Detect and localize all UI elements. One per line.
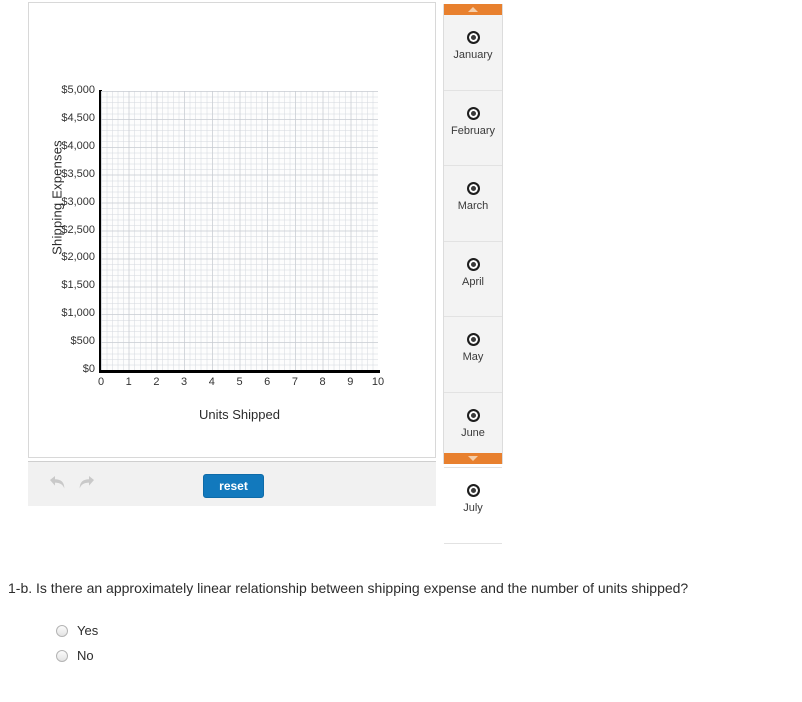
data-point-marker-icon [466,31,480,44]
month-item-label: February [450,124,496,137]
month-item-may[interactable]: May [444,333,502,393]
x-axis-title: Units Shipped [199,407,280,422]
x-axis-line [99,370,380,373]
month-item-label: July [463,502,483,514]
question-block: 1-b. Is there an approximately linear re… [8,578,798,674]
month-item-july[interactable]: July [444,484,502,544]
radio-button[interactable] [56,625,68,637]
data-point-marker-icon [466,408,480,422]
chart-toolbar: reset [28,461,436,506]
chart-plot-region[interactable]: Shipping Expenses $5,000 $4,500 $4,000 $3,5… [29,3,435,457]
month-item-march[interactable]: March [444,182,502,242]
redo-icon[interactable] [76,474,98,496]
x-axis-tick-label: 1 [125,376,132,388]
y-axis-tick-label: $0 [82,363,95,375]
plot-grid-area[interactable] [101,91,378,370]
data-point-marker-icon [466,333,480,346]
chart-card: Shipping Expenses $5,000 $4,500 $4,000 $3,5… [28,2,436,458]
answer-option-label: Yes [77,623,99,638]
x-axis-tick-labels: 0 1 2 3 4 5 6 7 8 9 10 [98,376,384,392]
y-axis-tick-label: $1,500 [61,279,95,292]
answer-option-yes[interactable]: Yes [56,624,798,638]
x-axis-tick-label: 10 [371,376,385,388]
data-point-marker-icon [466,484,480,497]
scatter-plot-exercise-widget: Shipping Expenses $5,000 $4,500 $4,000 $3,5… [28,2,504,568]
month-item-january[interactable]: January [444,31,502,91]
y-axis-tick-label: $1,000 [61,307,95,320]
radio-button[interactable] [56,650,68,662]
x-axis-tick-label: 6 [264,376,271,388]
month-list-empty-slot [444,543,502,568]
y-axis-tick-label: $5,000 [61,84,95,96]
chevron-down-icon[interactable] [444,453,502,464]
month-palette: January February March April May June July [443,4,503,568]
x-axis-tick-label: 0 [97,376,105,388]
y-axis-tick-label: $4,000 [61,139,95,152]
y-axis-tick-labels: $5,000 $4,500 $4,000 $3,500 $3,000 $2,500 $2,0… [33,3,95,457]
month-item-label: April [461,275,484,288]
x-axis-tick-label: 7 [291,376,298,388]
x-axis-tick-label: 8 [319,376,326,388]
answer-option-label: No [77,648,94,663]
x-axis-tick-label: 4 [208,376,215,388]
x-axis-tick-label: 9 [347,376,354,388]
y-axis-tick-label: $4,500 [61,111,95,124]
reset-button[interactable]: reset [203,474,264,498]
y-axis-tick-label: $500 [70,335,95,348]
month-item-label: March [457,200,489,212]
month-item-label: June [461,426,485,439]
chevron-up-icon[interactable] [444,4,502,15]
data-point-marker-icon [466,182,480,195]
answer-options-group[interactable]: Yes No [56,624,798,663]
y-axis-tick-label: $3,000 [61,195,95,208]
month-item-label: May [462,351,484,363]
y-axis-tick-label: $2,500 [61,223,95,236]
y-axis-tick-label: $2,000 [61,251,95,264]
x-axis-tick-label: 3 [181,376,188,388]
question-text: 1-b. Is there an approximately linear re… [8,580,689,596]
month-item-february[interactable]: February [444,106,502,166]
data-point-marker-icon [466,257,480,271]
x-axis-tick-label: 5 [236,376,243,388]
month-item-label: January [453,49,493,61]
y-axis-tick-label: $3,500 [61,167,95,180]
answer-option-no[interactable]: No [56,649,798,663]
x-axis-tick-label: 2 [153,376,160,388]
month-list[interactable]: January February March April May June July [444,15,502,568]
data-point-marker-icon [466,106,480,120]
month-item-april[interactable]: April [444,257,502,317]
undo-icon[interactable] [46,474,68,496]
